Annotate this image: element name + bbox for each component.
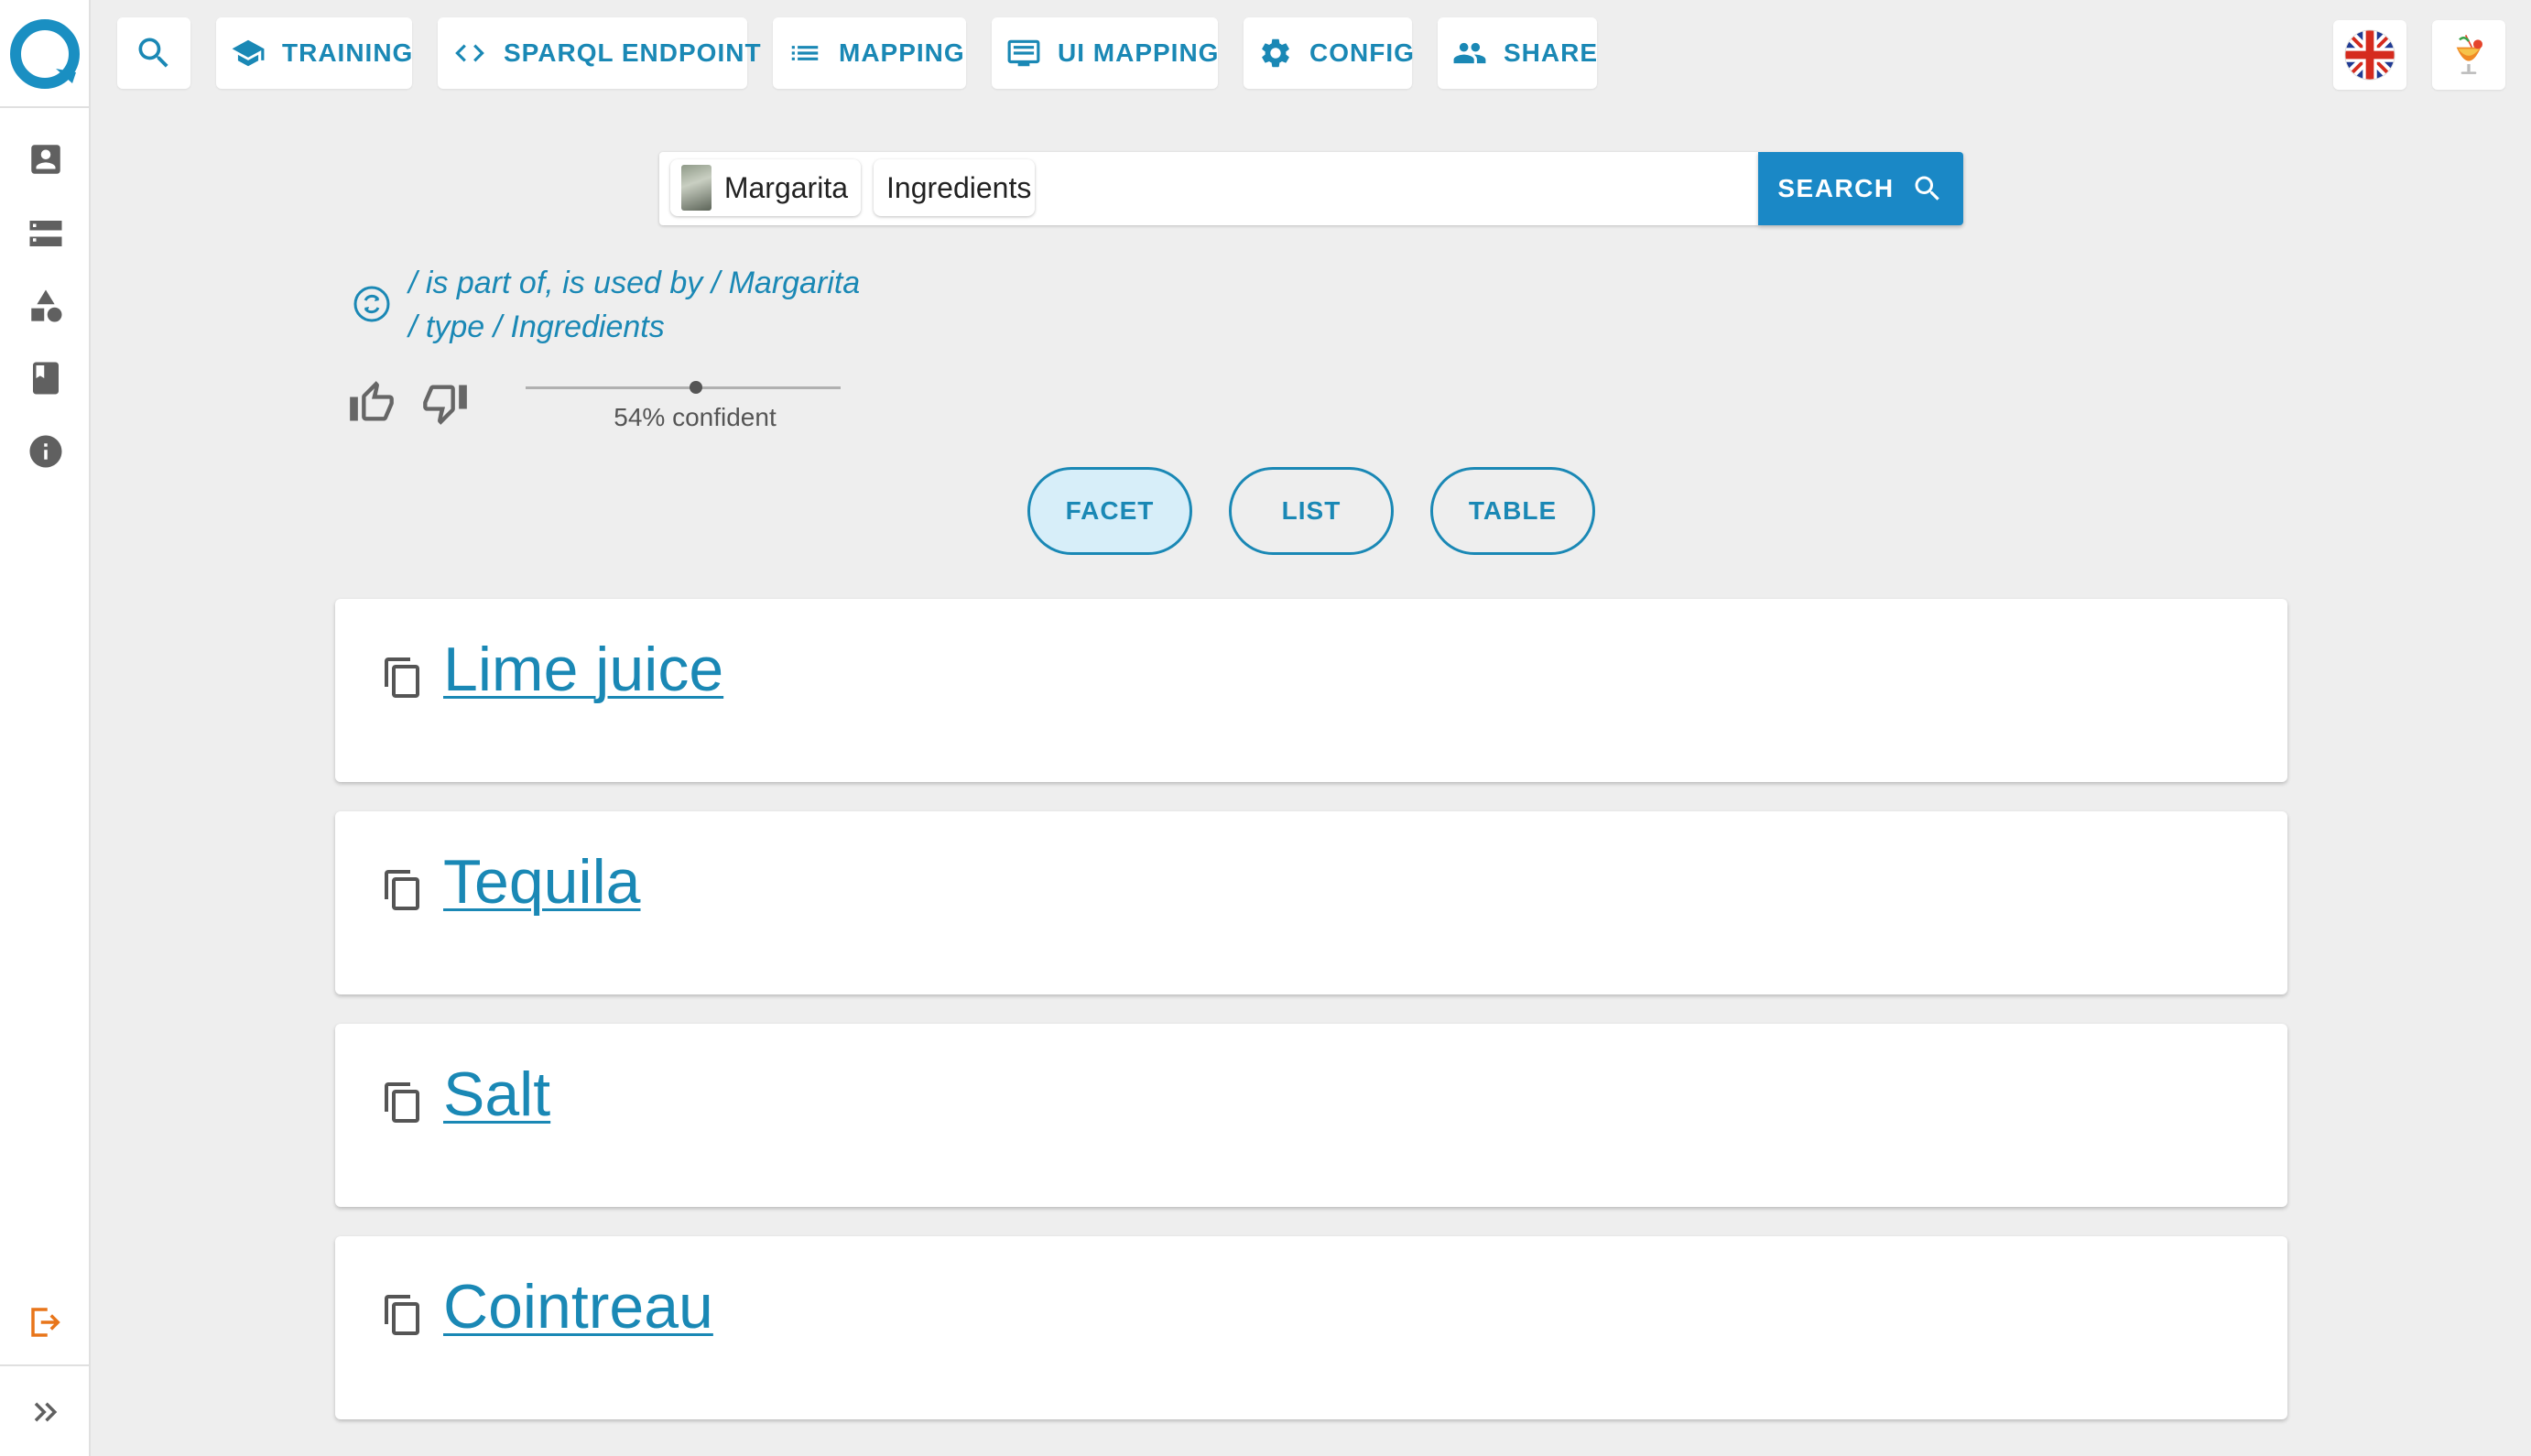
result-link[interactable]: Tequila — [443, 846, 641, 918]
uk-flag-icon — [2344, 29, 2395, 81]
sparql-endpoint-label: SPARQL ENDPOINT — [504, 38, 762, 67]
result-card: Cointreau — [335, 1236, 2287, 1419]
sparql-endpoint-button[interactable]: SPARQL ENDPOINT — [438, 17, 761, 89]
interpretation-line-1[interactable]: / is part of, is used by / Margarita — [408, 266, 860, 301]
search-icon — [1915, 176, 1939, 201]
copy-icon[interactable] — [381, 654, 425, 701]
entity-chip-margarita[interactable]: Margarita — [670, 159, 861, 216]
config-label: CONFIG — [1309, 38, 1415, 67]
copy-icon[interactable] — [381, 1079, 425, 1126]
result-card: Tequila — [335, 811, 2287, 994]
training-button[interactable]: TRAINING — [216, 17, 412, 89]
mapping-label: MAPPING — [839, 38, 965, 67]
copy-icon[interactable] — [381, 1291, 425, 1339]
result-link[interactable]: Cointreau — [443, 1271, 713, 1342]
margarita-thumbnail — [681, 165, 712, 211]
search-button-label: SEARCH — [1777, 174, 1895, 202]
shapes-icon[interactable] — [26, 286, 66, 326]
chip-label: Ingredients — [886, 170, 1032, 204]
ui-mapping-button[interactable]: UI MAPPING — [992, 17, 1218, 89]
list-icon — [791, 46, 819, 60]
search-nav-button[interactable] — [117, 17, 190, 89]
monitor-icon — [1007, 39, 1040, 67]
result-link[interactable]: Salt — [443, 1059, 550, 1130]
ui-mapping-label: UI MAPPING — [1058, 38, 1220, 67]
sync-disabled-icon[interactable] — [352, 284, 392, 324]
share-button[interactable]: SHARE — [1438, 17, 1597, 89]
dataset-button[interactable] — [2432, 20, 2505, 90]
chip-label: Margarita — [723, 170, 848, 204]
result-card: Salt — [335, 1024, 2287, 1207]
search-input[interactable]: Margarita Ingredients — [659, 152, 1758, 225]
cocktail-icon — [2456, 34, 2482, 74]
book-icon[interactable] — [26, 358, 66, 398]
list-view-label: LIST — [1281, 496, 1342, 525]
account-icon[interactable] — [26, 139, 66, 179]
table-view-button[interactable]: TABLE — [1430, 467, 1595, 555]
gear-icon — [1262, 38, 1289, 68]
result-link[interactable]: Lime juice — [443, 634, 723, 705]
people-icon — [1453, 42, 1486, 64]
app-logo[interactable] — [8, 17, 81, 91]
search-icon — [138, 38, 168, 68]
sidebar — [0, 0, 91, 1456]
sidebar-divider — [0, 106, 89, 108]
mapping-button[interactable]: MAPPING — [773, 17, 966, 89]
config-button[interactable]: CONFIG — [1244, 17, 1415, 89]
facet-view-button[interactable]: FACET — [1027, 467, 1192, 555]
school-icon — [232, 39, 265, 67]
thumbs-up-icon[interactable] — [348, 379, 396, 427]
result-card: Lime juice — [335, 599, 2287, 782]
share-label: SHARE — [1504, 38, 1599, 67]
training-label: TRAINING — [282, 38, 414, 67]
list-view-button[interactable]: LIST — [1229, 467, 1394, 555]
info-icon[interactable] — [26, 431, 66, 472]
code-icon — [455, 44, 484, 62]
search-button[interactable]: SEARCH — [1758, 152, 1963, 225]
language-button[interactable] — [2333, 20, 2406, 90]
copy-icon[interactable] — [381, 866, 425, 914]
table-view-label: TABLE — [1468, 496, 1558, 525]
entity-chip-ingredients[interactable]: Ingredients — [874, 159, 1035, 216]
thumbs-down-icon[interactable] — [421, 379, 469, 427]
storage-icon[interactable] — [26, 213, 66, 254]
confidence-slider — [526, 386, 841, 389]
confidence-label: 54% confident — [614, 403, 777, 431]
logout-icon[interactable] — [26, 1302, 66, 1342]
confidence-slider-thumb — [689, 381, 702, 394]
sidebar-divider — [0, 1364, 89, 1366]
expand-sidebar-icon[interactable] — [26, 1392, 66, 1432]
interpretation-line-2[interactable]: / type / Ingredients — [408, 310, 665, 345]
facet-view-label: FACET — [1065, 496, 1155, 525]
